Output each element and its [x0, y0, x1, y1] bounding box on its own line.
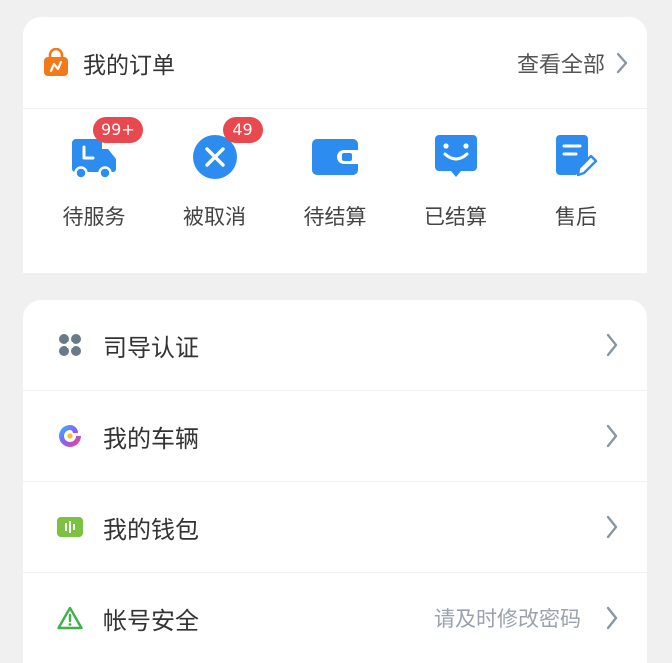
status-badge: 49 — [222, 117, 263, 143]
status-pending-settlement[interactable]: 待结算 — [276, 131, 394, 231]
menu-item-my-vehicles[interactable]: 我的车辆 — [23, 391, 647, 482]
status-settled[interactable]: 已结算 — [397, 131, 515, 231]
menu-item-label: 帐号安全 — [103, 606, 199, 635]
status-after-sales[interactable]: 售后 — [517, 131, 635, 231]
menu-item-label: 司导认证 — [103, 333, 199, 362]
chevron-right-icon — [606, 424, 618, 448]
status-pending-service[interactable]: 99+ 待服务 — [35, 117, 153, 231]
menu-item-my-wallet[interactable]: 我的钱包 — [23, 482, 647, 573]
wallet-icon — [312, 139, 358, 175]
orders-title: 我的订单 — [83, 52, 175, 79]
menu-card: 司导认证 我的车辆 我的钱包 帐号安全 请及时修改密码 — [23, 300, 647, 663]
status-cancelled[interactable]: 49 被取消 — [156, 117, 274, 231]
warning-triangle-icon — [57, 605, 83, 631]
menu-item-hint: 请及时修改密码 — [434, 607, 581, 631]
grid-dots-icon — [57, 332, 83, 358]
order-status-row: 99+ 待服务 49 被取消 待结算 已结算 售后 — [23, 117, 647, 231]
view-all-orders-link[interactable]: 查看全部 — [517, 47, 629, 79]
status-label: 待结算 — [303, 205, 367, 229]
status-label: 售后 — [555, 205, 597, 229]
smile-message-icon — [434, 135, 477, 177]
menu-item-driver-guide-certification[interactable]: 司导认证 — [23, 300, 647, 391]
shopping-bag-icon — [44, 47, 68, 76]
menu-item-label: 我的车辆 — [103, 424, 199, 453]
chevron-right-icon — [606, 333, 618, 357]
view-all-label: 查看全部 — [516, 52, 605, 78]
status-label: 被取消 — [183, 205, 246, 229]
wallet-green-icon — [57, 514, 83, 540]
menu-item-label: 我的钱包 — [103, 515, 199, 544]
status-label: 待服务 — [62, 205, 126, 229]
status-label: 已结算 — [424, 205, 487, 229]
chevron-right-icon — [606, 606, 618, 630]
orders-header: 我的订单 查看全部 — [23, 17, 647, 109]
chevron-right-icon — [606, 515, 618, 539]
chevron-right-icon — [616, 52, 628, 73]
menu-item-account-security[interactable]: 帐号安全 请及时修改密码 — [23, 573, 647, 663]
status-badge: 99+ — [93, 117, 143, 143]
edit-document-icon — [556, 135, 598, 177]
orders-card: 我的订单 查看全部 99+ 待服务 49 被取消 待结算 已结算 售后 — [23, 17, 647, 273]
colorful-swirl-icon — [57, 423, 83, 449]
